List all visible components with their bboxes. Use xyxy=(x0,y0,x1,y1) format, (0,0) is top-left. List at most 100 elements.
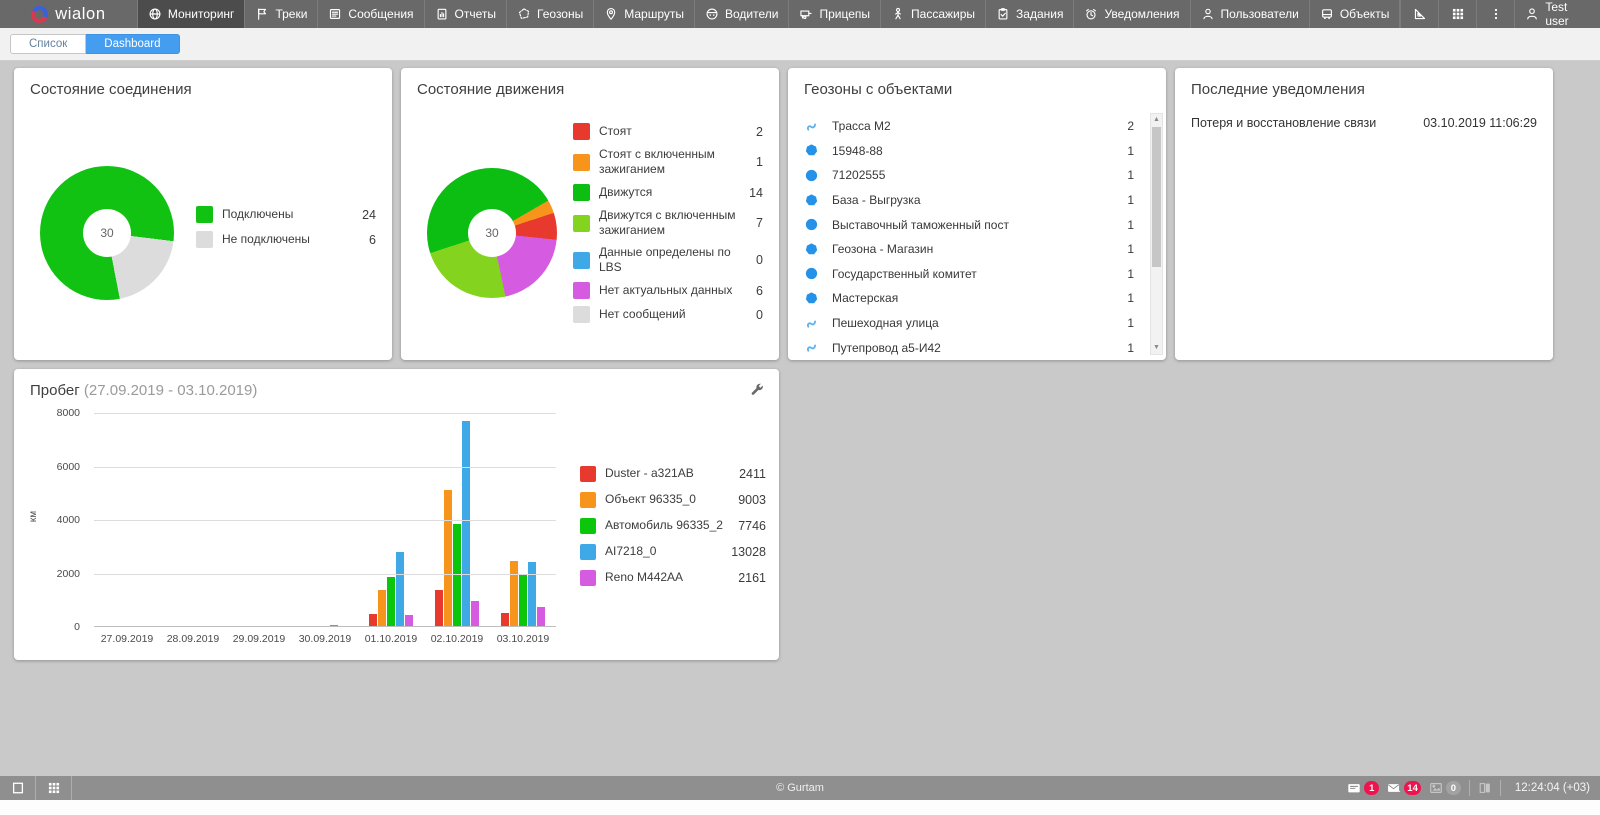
unit-name: Reno M442AA xyxy=(605,570,683,585)
x-tick-label: 27.09.2019 xyxy=(94,633,160,645)
geofence-unit-count: 1 xyxy=(1127,291,1134,305)
main-menu: Мониторинг Треки СообщенияОтчетыГеозоны Мар… xyxy=(137,0,1399,28)
geofence-name: Геозона - Магазин xyxy=(832,242,933,256)
geofences-icon xyxy=(517,7,531,21)
scroll-up-icon[interactable]: ▲ xyxy=(1151,114,1162,126)
dashboard-content: Состояние соединения 30 Подключены24Не п… xyxy=(0,61,1600,776)
legend-swatch xyxy=(573,252,590,269)
nav-item-trailers[interactable]: Прицепы xyxy=(788,0,880,28)
x-tick-label: 01.10.2019 xyxy=(358,633,424,645)
geofence-name: Пешеходная улица xyxy=(832,316,939,330)
card-title: Пробег (27.09.2019 - 03.10.2019) xyxy=(30,382,257,399)
nav-item-passengers[interactable]: Пассажиры xyxy=(880,0,985,28)
nav-item-drivers[interactable]: Водители xyxy=(694,0,788,28)
nav-item-label: Треки xyxy=(275,7,307,21)
legend-label: Нет сообщений xyxy=(599,307,686,322)
donut-center-value: 30 xyxy=(83,209,131,257)
nav-item-tracks[interactable]: Треки xyxy=(244,0,317,28)
legend-swatch xyxy=(573,123,590,140)
user-menu[interactable]: Test user xyxy=(1514,0,1600,28)
navbar-button-menu[interactable] xyxy=(1476,0,1514,28)
bar xyxy=(444,490,452,627)
nav-item-label: Маршруты xyxy=(624,7,684,21)
bottom-apps-button[interactable] xyxy=(36,776,72,800)
legend-item: Нет сообщений0 xyxy=(573,306,763,323)
geofence-scrollbar[interactable]: ▲ ▼ xyxy=(1150,113,1163,355)
wialon-logo-icon xyxy=(31,6,48,23)
reports-icon xyxy=(435,7,449,21)
nav-item-messages[interactable]: Сообщения xyxy=(317,0,423,28)
legend-item: Не подключены 6 xyxy=(196,231,376,248)
nav-item-users[interactable]: Пользователи xyxy=(1190,0,1309,28)
mileage-card: Пробег (27.09.2019 - 03.10.2019) км 0200… xyxy=(14,369,779,660)
nav-item-units[interactable]: Объекты xyxy=(1309,0,1400,28)
wrench-icon[interactable] xyxy=(749,381,765,397)
toggle-panel-button[interactable] xyxy=(0,776,36,800)
tab-dashboard[interactable]: Dashboard xyxy=(86,34,179,54)
nav-item-reports[interactable]: Отчеты xyxy=(424,0,506,28)
scrollbar-thumb[interactable] xyxy=(1152,127,1161,267)
legend-label: Подключены xyxy=(222,207,293,222)
nav-item-label: Уведомления xyxy=(1104,7,1179,21)
routes-icon xyxy=(604,7,618,21)
bar xyxy=(378,590,386,627)
indicator-mail[interactable]: 14 xyxy=(1387,781,1421,795)
geofence-unit-count: 2 xyxy=(1127,119,1134,133)
bar xyxy=(453,524,461,627)
trailers-icon xyxy=(799,7,813,21)
geo-line-icon xyxy=(804,119,820,134)
geofence-name: Трасса М2 xyxy=(832,119,891,133)
legend-swatch xyxy=(573,184,590,201)
connection-legend: Подключены24Не подключены6 xyxy=(196,206,376,248)
mileage-bar-chart xyxy=(94,413,556,627)
bar xyxy=(471,601,479,627)
bar xyxy=(387,577,395,627)
tab-list[interactable]: Список xyxy=(10,34,86,54)
nav-item-notifications[interactable]: Уведомления xyxy=(1073,0,1189,28)
geofence-name: Мастерская xyxy=(832,291,898,305)
legend-item: Объект 96335_09003 xyxy=(580,491,766,508)
legend-label: Стоят xyxy=(599,124,632,139)
scroll-down-icon[interactable]: ▼ xyxy=(1151,342,1162,354)
notification-row: Потеря и восстановление связи03.10.2019 … xyxy=(1191,112,1537,134)
indicator-console[interactable]: 1 xyxy=(1347,781,1379,795)
nav-item-geofences[interactable]: Геозоны xyxy=(506,0,593,28)
nav-item-routes[interactable]: Маршруты xyxy=(593,0,694,28)
account-icon xyxy=(1525,7,1539,21)
mileage-date-range: (27.09.2019 - 03.10.2019) xyxy=(84,382,257,399)
navbar-button-tools[interactable] xyxy=(1400,0,1438,28)
indicator-badge: 1 xyxy=(1364,781,1379,795)
gridline xyxy=(94,520,556,521)
nav-item-jobs[interactable]: Задания xyxy=(985,0,1073,28)
status-bar: © Gurtam 114012:24:04 (+03) xyxy=(0,776,1600,800)
geofence-unit-count: 1 xyxy=(1127,242,1134,256)
geo-polygon-icon xyxy=(804,242,820,257)
apps-icon xyxy=(1451,7,1465,21)
geofence-unit-count: 1 xyxy=(1127,168,1134,182)
media-icon xyxy=(1429,781,1443,795)
notifications-icon xyxy=(1084,7,1098,21)
legend-label: Не подключены xyxy=(222,232,310,247)
geofence-row: 71202555 1 xyxy=(804,163,1134,188)
indicator-media[interactable]: 0 xyxy=(1429,781,1461,795)
registry-icon[interactable] xyxy=(1478,781,1492,795)
wialon-logo[interactable]: wialon xyxy=(0,0,137,28)
x-tick-label: 29.09.2019 xyxy=(226,633,292,645)
donut-center-value: 30 xyxy=(468,209,516,257)
geofence-name: 71202555 xyxy=(832,168,885,182)
geo-polygon-icon xyxy=(804,291,820,306)
card-title: Состояние соединения xyxy=(30,81,192,98)
motion-legend: Стоят2Стоят с включенным зажиганием1Движ… xyxy=(573,123,763,323)
navbar-button-apps[interactable] xyxy=(1438,0,1476,28)
motion-donut-chart: 30 xyxy=(427,168,557,298)
geofence-list: Трасса М2215948-881712025551База - Выгру… xyxy=(804,114,1134,360)
legend-item: Движутся14 xyxy=(573,184,763,201)
tracks-icon xyxy=(255,7,269,21)
legend-value: 6 xyxy=(369,233,376,247)
nav-item-monitoring[interactable]: Мониторинг xyxy=(137,0,245,28)
connection-donut-chart: 30 xyxy=(40,166,174,300)
gridline xyxy=(94,626,556,627)
nav-item-label: Мониторинг xyxy=(168,7,235,21)
legend-value: 2 xyxy=(756,125,763,139)
y-tick-label: 8000 xyxy=(57,407,80,419)
